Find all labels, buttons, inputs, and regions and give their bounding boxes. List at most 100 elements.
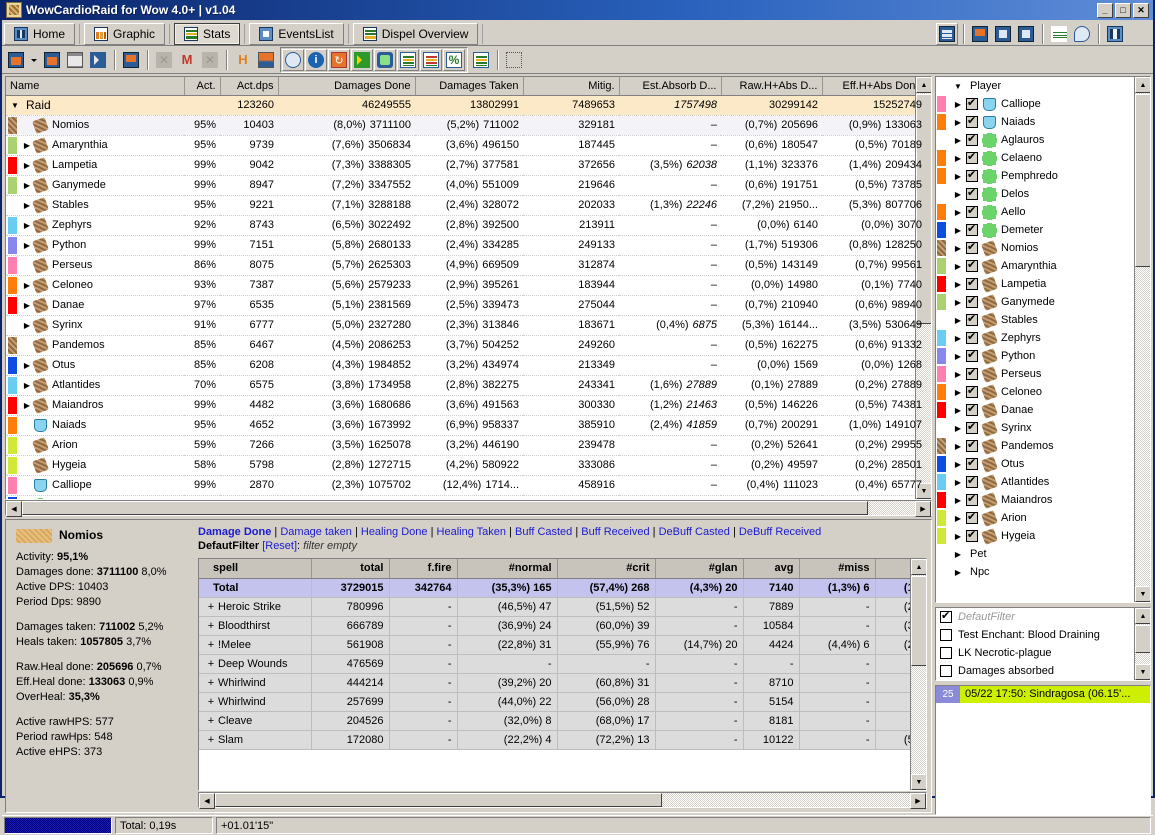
- grid-column-header[interactable]: Eff.H+Abs Done: [822, 77, 927, 96]
- spell-category-link[interactable]: Healing Done: [361, 526, 428, 538]
- scroll-left-button[interactable]: ◀: [6, 501, 22, 517]
- expand-arrow-icon[interactable]: ▶: [950, 352, 966, 361]
- scroll-down-button[interactable]: ▼: [1135, 664, 1150, 680]
- grid-view-button[interactable]: [936, 23, 958, 45]
- tab-dispel-overview[interactable]: Dispel Overview: [352, 23, 479, 45]
- spell-column-header[interactable]: avg: [743, 559, 800, 579]
- scroll-up-button[interactable]: ▲: [916, 77, 931, 93]
- spell-row[interactable]: + !Melee 561908- (22,8%) 31 (55,9%) 76 (14,7%…: [199, 635, 926, 655]
- expand-arrow-icon[interactable]: ▶: [950, 280, 966, 289]
- tree-item-otus[interactable]: ▶ Otus: [936, 455, 1133, 473]
- scroll-track[interactable]: [22, 501, 915, 515]
- expand-arrow-icon[interactable]: ▶: [950, 262, 966, 271]
- tree-item-pandemos[interactable]: ▶ Pandemos: [936, 437, 1133, 455]
- spell-column-header[interactable]: spell: [199, 559, 312, 579]
- tree-item-aello[interactable]: ▶ Aello: [936, 203, 1133, 221]
- expand-arrow-icon[interactable]: ▶: [950, 388, 966, 397]
- grid-column-header[interactable]: Name: [6, 77, 185, 96]
- tree-item-checkbox[interactable]: [966, 384, 978, 398]
- grid-column-header[interactable]: Damages Taken: [415, 77, 524, 96]
- scroll-right-button[interactable]: ▶: [910, 793, 926, 809]
- filter-checkbox[interactable]: [940, 665, 952, 677]
- tree-vertical-scrollbar[interactable]: ▲ ▼: [1134, 77, 1150, 602]
- tree-item-nomios[interactable]: ▶ Nomios: [936, 239, 1133, 257]
- expand-arrow-icon[interactable]: ▶: [950, 172, 966, 181]
- tree-item-calliope[interactable]: ▶ Calliope: [936, 95, 1133, 113]
- tree-group-npc[interactable]: ▶ Npc: [936, 563, 1133, 581]
- tree-item-checkbox[interactable]: [966, 96, 978, 110]
- expand-arrow-icon[interactable]: ▶: [950, 316, 966, 325]
- spell-category-link[interactable]: DeBuff Casted: [659, 526, 730, 538]
- tree-item-checkbox[interactable]: [966, 528, 978, 542]
- scroll-down-button[interactable]: ▼: [911, 774, 926, 790]
- spell-column-header[interactable]: #crit: [557, 559, 656, 579]
- collapse-arrow-icon[interactable]: ▼: [950, 82, 966, 91]
- maximize-button[interactable]: □: [1115, 2, 1131, 18]
- tree-item-checkbox[interactable]: [966, 168, 978, 182]
- hsplit-button[interactable]: H: [232, 49, 254, 71]
- table-row[interactable]: ▶ Celoneo 93% 7387 (5,6%) 2579233 (2,9%) 395261…: [6, 275, 931, 296]
- tree-item-arion[interactable]: ▶ Arion: [936, 509, 1133, 527]
- expand-arrow-icon[interactable]: ▶: [950, 514, 966, 523]
- expand-arrow-icon[interactable]: ▶: [950, 334, 966, 343]
- tree-item-amarynthia[interactable]: ▶ Amarynthia: [936, 257, 1133, 275]
- hourglass-button[interactable]: [64, 49, 86, 71]
- expand-arrow-icon[interactable]: ▶: [950, 550, 966, 559]
- table-row[interactable]: Calliope 99% 2870 (2,3%) 1075702 (12,4%) 1714.…: [6, 475, 931, 496]
- tree-item-checkbox[interactable]: [966, 438, 978, 452]
- tree-item-perseus[interactable]: ▶ Perseus: [936, 365, 1133, 383]
- collapse-arrow-icon[interactable]: ▼: [8, 101, 22, 110]
- table-row[interactable]: ▶ Maiandros 99% 4482 (3,6%) 1680686 (3,6%) 4915…: [6, 395, 931, 416]
- report-button[interactable]: [470, 49, 492, 71]
- tree-item-maiandros[interactable]: ▶ Maiandros: [936, 491, 1133, 509]
- tree-item-aglauros[interactable]: ▶ Aglauros: [936, 131, 1133, 149]
- spell-row[interactable]: + Heroic Strike 780996- (46,5%) 47 (51,5%) 5…: [199, 597, 926, 617]
- tree-item-checkbox[interactable]: [966, 348, 978, 362]
- percent-button[interactable]: %: [443, 48, 465, 71]
- filter-checkbox[interactable]: [940, 647, 952, 659]
- table-row[interactable]: Pandemos 85% 6467 (4,5%) 2086253 (3,7%) 504252…: [6, 335, 931, 356]
- table-row[interactable]: ▶ Ganymede 99% 8947 (7,2%) 3347552 (4,0%) 55100…: [6, 175, 931, 196]
- tree-item-checkbox[interactable]: [966, 276, 978, 290]
- tree-item-danae[interactable]: ▶ Danae: [936, 401, 1133, 419]
- scroll-right-button[interactable]: ▶: [915, 501, 931, 517]
- tree-item-zephyrs[interactable]: ▶ Zephyrs: [936, 329, 1133, 347]
- expand-plus-icon[interactable]: +: [204, 639, 218, 651]
- grid-column-header[interactable]: Act.: [184, 77, 221, 96]
- spell-vertical-scrollbar[interactable]: ▲ ▼: [910, 559, 926, 790]
- raid-total-row[interactable]: ▼ Raid 123260 46249555 13802991 7489653 175749…: [6, 95, 931, 116]
- play-button[interactable]: [87, 49, 109, 71]
- tree-root-player[interactable]: ▼ Player: [936, 77, 1133, 95]
- expand-arrow-icon[interactable]: ▶: [950, 442, 966, 451]
- table-row[interactable]: ▶ Atlantides 70% 6575 (3,8%) 1734958 (2,8%) 382…: [6, 375, 931, 396]
- tree-item-checkbox[interactable]: [966, 402, 978, 416]
- expand-arrow-icon[interactable]: ▶: [950, 496, 966, 505]
- table-row[interactable]: Perseus 86% 8075 (5,7%) 2625303 (4,9%) 669509 3…: [6, 255, 931, 276]
- filter-item[interactable]: Test Enchant: Blood Draining: [936, 626, 1133, 644]
- table-row[interactable]: ▶ Otus 85% 6208 (4,3%) 1984852 (3,2%) 434974 213…: [6, 355, 931, 376]
- close-button[interactable]: ✕: [1133, 2, 1149, 18]
- tree-item-checkbox[interactable]: [966, 420, 978, 434]
- spell-category-link[interactable]: Buff Casted: [515, 526, 572, 538]
- table-row[interactable]: Hygeia 58% 5798 (2,8%) 1272715 (4,2%) 580922 33…: [6, 455, 931, 476]
- bubble-button[interactable]: [1071, 23, 1093, 45]
- tree-item-celoneo[interactable]: ▶ Celoneo: [936, 383, 1133, 401]
- expand-arrow-icon[interactable]: ▶: [950, 226, 966, 235]
- tree-item-checkbox[interactable]: [966, 456, 978, 470]
- filter-checkbox[interactable]: [940, 609, 952, 623]
- tree-item-checkbox[interactable]: [966, 132, 978, 146]
- expand-plus-icon[interactable]: +: [204, 734, 218, 746]
- expand-arrow-icon[interactable]: ▶: [950, 532, 966, 541]
- list-green-button[interactable]: [397, 48, 419, 71]
- expand-arrow-icon[interactable]: ▶: [950, 208, 966, 217]
- spell-category-link[interactable]: Damage Done: [198, 526, 271, 538]
- tree-item-delos[interactable]: ▶ Delos: [936, 185, 1133, 203]
- spell-row[interactable]: + Whirlwind 444214- (39,2%) 20 (60,8%) 31-87…: [199, 673, 926, 693]
- tree-item-syrinx[interactable]: ▶ Syrinx: [936, 419, 1133, 437]
- tree-item-naiads[interactable]: ▶ Naiads: [936, 113, 1133, 131]
- tree-item-checkbox[interactable]: [966, 312, 978, 326]
- tree-item-checkbox[interactable]: [966, 150, 978, 164]
- expand-arrow-icon[interactable]: ▶: [950, 298, 966, 307]
- search-view-button[interactable]: [969, 23, 991, 45]
- tree-item-demeter[interactable]: ▶ Demeter: [936, 221, 1133, 239]
